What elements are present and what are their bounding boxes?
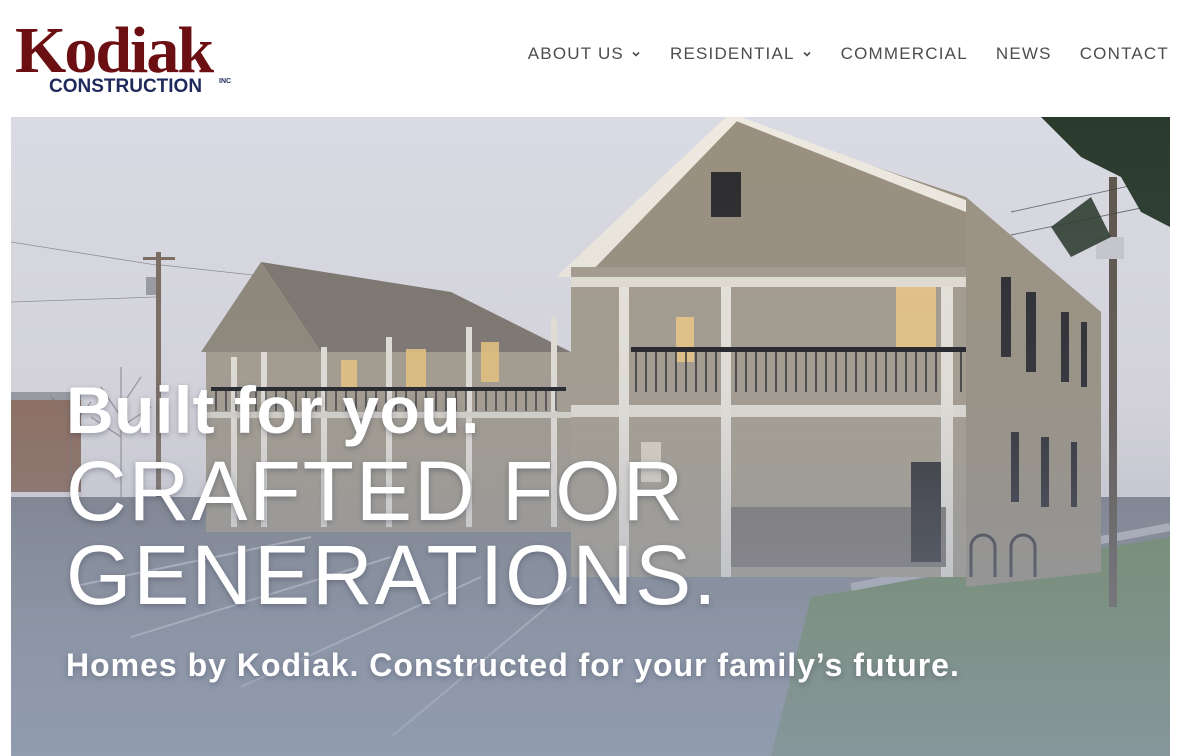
nav-residential[interactable]: RESIDENTIAL: [670, 44, 813, 64]
nav-commercial-label: COMMERCIAL: [840, 44, 968, 63]
main-navigation: ABOUT US RESIDENTIAL COMMERCIAL NEWS CON…: [528, 44, 1169, 64]
site-header: Kodiak CONSTRUCTION INC ABOUT US RESIDEN…: [0, 0, 1179, 117]
logo-mark: Kodiak CONSTRUCTION INC: [15, 14, 231, 97]
nav-commercial[interactable]: COMMERCIAL: [841, 44, 968, 64]
nav-about-us-label: ABOUT US: [527, 44, 624, 63]
hero-headline-line-crafted: CRAFTED FOR: [66, 444, 686, 538]
nav-about-us[interactable]: ABOUT US: [528, 44, 642, 64]
nav-news[interactable]: NEWS: [996, 44, 1052, 64]
hero-headline-line-generations: GENERATIONS.: [66, 528, 719, 622]
chevron-down-icon: [803, 51, 811, 57]
hero-headline-secondary: CRAFTED FOR GENERATIONS.: [66, 449, 719, 617]
logo-subtitle: CONSTRUCTION: [49, 76, 202, 97]
chevron-down-icon: [632, 51, 640, 57]
nav-contact[interactable]: CONTACT: [1080, 44, 1169, 64]
nav-contact-label: CONTACT: [1079, 44, 1169, 63]
kodiak-logo[interactable]: Kodiak CONSTRUCTION INC: [15, 14, 240, 100]
hero-headline-primary: Built for you.: [66, 373, 480, 447]
nav-residential-label: RESIDENTIAL: [669, 44, 795, 63]
nav-news-label: NEWS: [995, 44, 1052, 63]
hero-tagline: Homes by Kodiak. Constructed for your fa…: [66, 647, 960, 683]
logo-suffix: INC: [219, 78, 231, 85]
hero-banner: Built for you. CRAFTED FOR GENERATIONS. …: [11, 117, 1170, 756]
